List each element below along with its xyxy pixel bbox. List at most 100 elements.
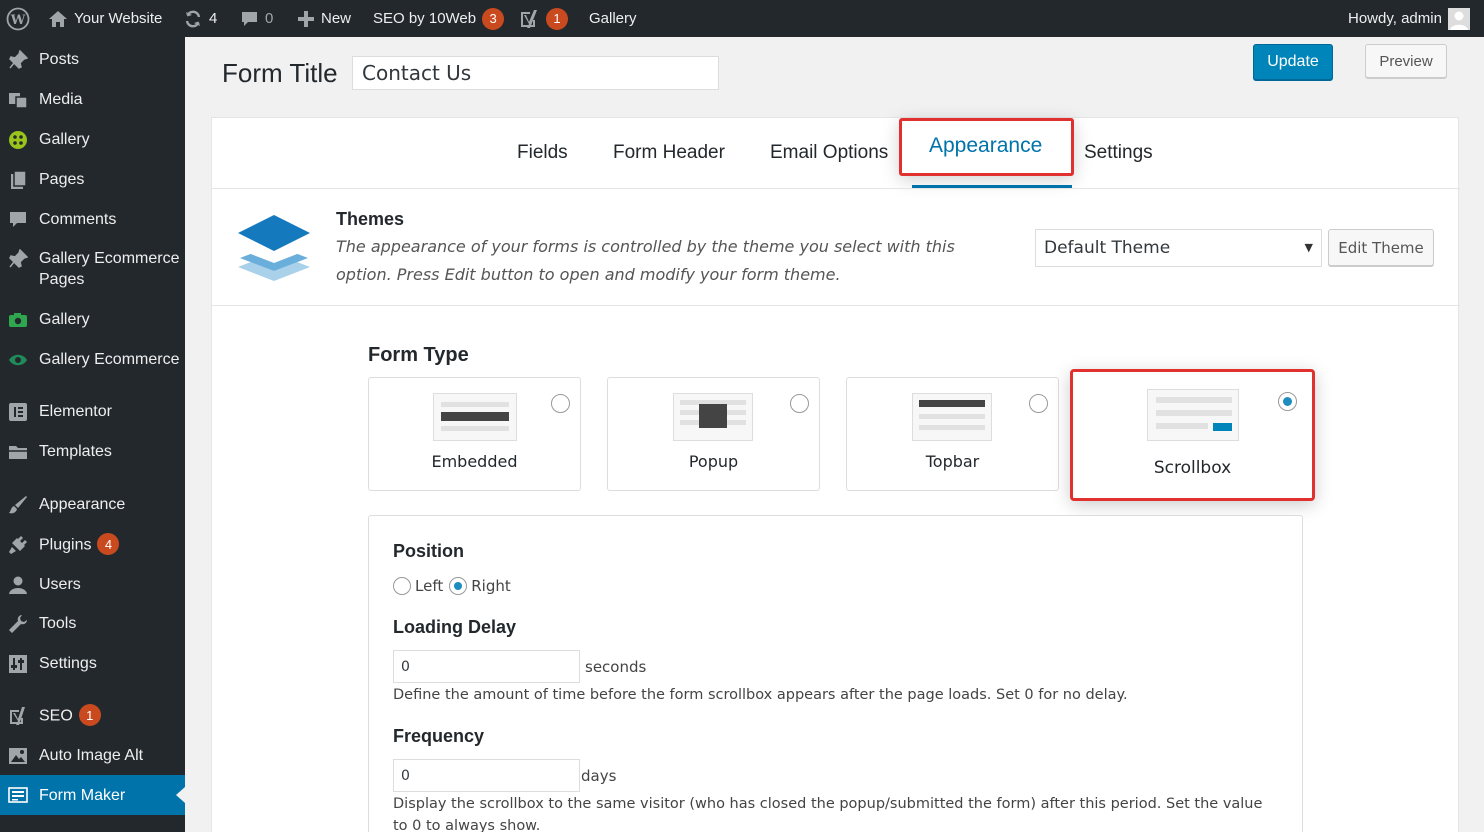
tabs-divider	[212, 188, 1460, 189]
seo-by-10web-link[interactable]: SEO by 10Web 3	[373, 0, 505, 37]
update-button[interactable]: Update	[1253, 44, 1333, 80]
menu-item-form-maker[interactable]: Form Maker	[0, 775, 185, 815]
comments-count: 0	[265, 10, 274, 27]
form-type-topbar[interactable]: Topbar	[846, 377, 1059, 491]
home-icon	[48, 10, 68, 28]
admin-sidebar: Posts Media Gallery Pages Comments Galle…	[0, 37, 185, 832]
scrollbox-settings-box: Position Left Right Loading Delay second…	[368, 515, 1303, 832]
comment-icon	[240, 10, 259, 28]
comment-icon	[8, 210, 28, 230]
elementor-icon	[8, 402, 28, 422]
wordpress-logo-icon[interactable]: W	[6, 0, 30, 37]
preview-button[interactable]: Preview	[1365, 44, 1447, 78]
position-options: Left Right	[393, 577, 511, 595]
popup-radio[interactable]	[790, 394, 809, 413]
form-type-scrollbox[interactable]: Scrollbox	[1070, 369, 1315, 501]
tab-settings[interactable]: Settings	[1084, 118, 1153, 188]
gallery-label: Gallery	[589, 10, 637, 27]
embedded-label: Embedded	[431, 452, 518, 471]
new-label: New	[321, 10, 352, 27]
frequency-unit: days	[581, 767, 617, 785]
admin-bar: W Your Website 4 0 New SEO by 10Web 3 1 …	[0, 0, 1484, 37]
howdy-text: Howdy, admin	[1348, 10, 1442, 27]
plus-icon	[297, 10, 315, 28]
seo-menu-badge: 1	[78, 704, 101, 726]
camera-icon	[8, 310, 28, 330]
pin-icon	[8, 249, 28, 269]
tab-fields[interactable]: Fields	[517, 118, 568, 188]
active-menu-arrow	[176, 787, 185, 803]
wrench-icon	[8, 614, 28, 634]
form-settings-panel: Fields Form Header Email Options Appeara…	[211, 117, 1460, 832]
theme-select-value: Default Theme	[1044, 238, 1171, 258]
position-right-radio[interactable]	[449, 577, 468, 595]
topbar-preview-icon	[912, 393, 992, 441]
site-name: Your Website	[74, 10, 163, 27]
scrollbox-preview-icon	[1147, 389, 1239, 441]
frequency-title: Frequency	[393, 726, 485, 746]
new-content-link[interactable]: New	[297, 0, 351, 37]
scrollbox-radio[interactable]	[1278, 392, 1297, 411]
form-type-popup[interactable]: Popup	[607, 377, 820, 491]
form-title-input[interactable]	[352, 56, 719, 90]
tab-email-options[interactable]: Email Options	[770, 118, 888, 188]
themes-divider	[212, 305, 1460, 306]
popup-preview-icon	[673, 393, 753, 441]
position-title: Position	[393, 541, 464, 561]
loading-delay-description: Define the amount of time before the for…	[393, 687, 1128, 703]
yoast-link[interactable]: 1	[518, 0, 568, 37]
comments-link[interactable]: 0	[240, 0, 273, 37]
user-icon	[8, 575, 28, 595]
position-left-radio[interactable]	[393, 577, 411, 595]
site-name-link[interactable]: Your Website	[48, 0, 162, 37]
pin-icon	[8, 50, 28, 70]
form-type-embedded[interactable]: Embedded	[368, 377, 581, 491]
yoast-icon	[8, 706, 28, 726]
pages-icon	[8, 170, 28, 190]
form-type-title: Form Type	[368, 344, 469, 366]
themes-description: The appearance of your forms is controll…	[336, 237, 955, 284]
embedded-preview-icon	[433, 393, 517, 441]
svg-text:W: W	[10, 13, 26, 28]
loading-delay-title: Loading Delay	[393, 617, 517, 637]
position-right-label: Right	[471, 577, 511, 595]
form-title-label: Form Title	[222, 58, 338, 88]
folder-icon	[8, 442, 28, 462]
gallery-icon	[8, 130, 28, 150]
yoast-icon	[518, 8, 540, 30]
yoast-badge: 1	[546, 7, 568, 30]
embedded-radio[interactable]	[551, 394, 570, 413]
my-account-link[interactable]: Howdy, admin	[1348, 0, 1470, 37]
topbar-radio[interactable]	[1029, 394, 1048, 413]
media-icon	[8, 90, 28, 110]
frequency-input[interactable]	[393, 759, 580, 792]
tab-form-header[interactable]: Form Header	[613, 118, 725, 188]
eye-icon	[8, 350, 28, 370]
seo-badge: 3	[482, 7, 505, 30]
plugins-badge: 4	[97, 533, 120, 555]
seo-label: SEO by 10Web	[373, 10, 477, 27]
scrollbox-label: Scrollbox	[1153, 458, 1232, 478]
topbar-label: Topbar	[925, 452, 980, 471]
position-left-label: Left	[415, 577, 444, 595]
frequency-description: Display the scrollbox to the same visito…	[393, 796, 1263, 832]
updates-link[interactable]: 4	[183, 0, 217, 37]
themes-title: Themes	[336, 209, 405, 229]
popup-label: Popup	[688, 452, 739, 471]
edit-theme-button[interactable]: Edit Theme	[1328, 229, 1434, 266]
loading-delay-unit: seconds	[585, 658, 647, 676]
form-icon	[8, 785, 28, 805]
avatar	[1447, 7, 1470, 30]
refresh-icon	[183, 9, 203, 29]
plug-icon	[8, 535, 28, 555]
themes-layers-icon	[238, 215, 310, 281]
brush-icon	[8, 495, 28, 515]
tab-appearance[interactable]: Appearance	[929, 118, 1042, 174]
loading-delay-input[interactable]	[393, 650, 580, 683]
settings-icon	[8, 654, 28, 674]
updates-count: 4	[209, 10, 218, 27]
theme-select[interactable]: Default Theme ▼	[1035, 229, 1322, 267]
dropdown-caret-icon: ▼	[1304, 241, 1313, 254]
image-icon	[8, 746, 28, 766]
gallery-link[interactable]: Gallery	[589, 0, 637, 37]
